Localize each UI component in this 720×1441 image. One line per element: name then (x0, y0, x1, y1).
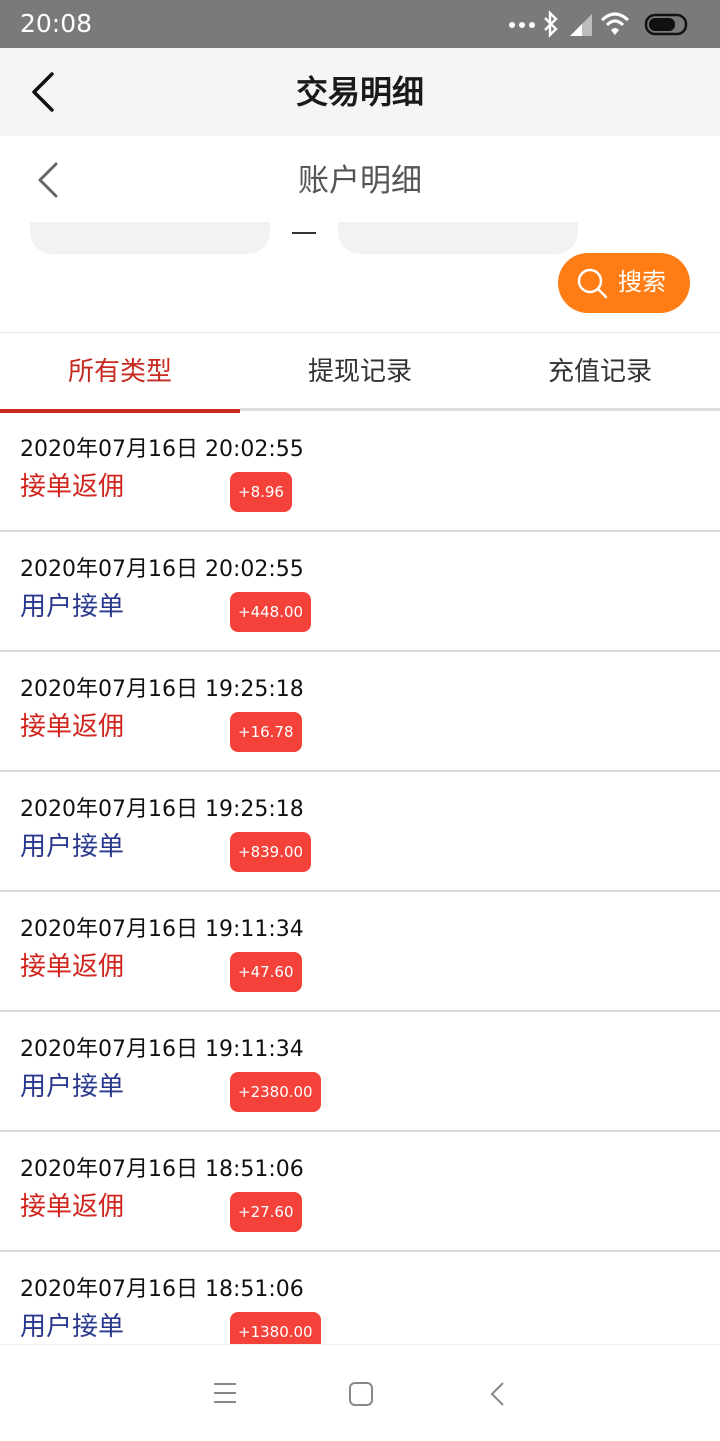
search-button[interactable]: 搜索 (558, 253, 690, 313)
tab-label: 充值记录 (547, 357, 652, 387)
nav-back-icon[interactable] (488, 1381, 508, 1407)
transaction-time: 2020年07月16日 18:51:06 (20, 1277, 304, 1302)
transaction-time: 2020年07月16日 19:11:34 (20, 1037, 304, 1062)
transaction-list[interactable]: 2020年07月16日 20:02:55 接单返佣 +8.96 2020年07月… (0, 412, 720, 1344)
transaction-time: 2020年07月16日 19:11:34 (20, 917, 304, 942)
sub-page-title: 账户明细 (298, 163, 422, 199)
signal-icon (570, 14, 592, 36)
transaction-amount-badge: +1380.00 (230, 1312, 321, 1344)
date-separator (292, 232, 316, 234)
status-icons (508, 10, 698, 38)
tab-label: 提现记录 (307, 357, 412, 387)
transaction-amount-badge: +8.96 (230, 472, 292, 512)
transaction-type: 接单返佣 (20, 1192, 125, 1222)
transaction-amount-badge: +2380.00 (230, 1072, 321, 1112)
bluetooth-icon (544, 10, 558, 38)
end-date-field[interactable] (338, 222, 578, 254)
battery-icon (644, 13, 688, 36)
menu-icon[interactable] (212, 1381, 238, 1405)
transaction-type: 接单返佣 (20, 472, 125, 502)
transaction-time: 2020年07月16日 19:25:18 (20, 797, 304, 822)
transaction-row[interactable]: 2020年07月16日 18:51:06 用户接单 +1380.00 (0, 1252, 720, 1344)
transaction-type: 接单返佣 (20, 952, 125, 982)
transaction-row[interactable]: 2020年07月16日 19:11:34 接单返佣 +47.60 (0, 892, 720, 1012)
app-header: 交易明细 (0, 48, 720, 136)
search-icon (577, 268, 608, 299)
transaction-time: 2020年07月16日 19:25:18 (20, 677, 304, 702)
transaction-row[interactable]: 2020年07月16日 20:02:55 接单返佣 +8.96 (0, 412, 720, 532)
start-date-field[interactable] (30, 222, 270, 254)
page-title: 交易明细 (295, 73, 424, 111)
transaction-row[interactable]: 2020年07月16日 19:25:18 接单返佣 +16.78 (0, 652, 720, 772)
transaction-time: 2020年07月16日 20:02:55 (20, 557, 304, 582)
transaction-amount-badge: +839.00 (230, 832, 312, 872)
transaction-amount-badge: +448.00 (230, 592, 312, 632)
transaction-row[interactable]: 2020年07月16日 19:11:34 用户接单 +2380.00 (0, 1012, 720, 1132)
tab-bar: 所有类型 提现记录 充值记录 (0, 332, 720, 413)
transaction-time: 2020年07月16日 20:02:55 (20, 437, 304, 462)
transaction-row[interactable]: 2020年07月16日 18:51:06 接单返佣 +27.60 (0, 1132, 720, 1252)
transaction-amount-badge: +27.60 (230, 1192, 302, 1232)
wifi-icon (600, 12, 630, 35)
sub-header: 账户明细 (0, 136, 720, 226)
tab-all-types[interactable]: 所有类型 (0, 333, 240, 413)
transaction-amount-badge: +47.60 (230, 952, 302, 992)
transaction-type: 用户接单 (20, 832, 125, 862)
transaction-type: 用户接单 (20, 1312, 125, 1342)
transaction-amount-badge: +16.78 (230, 712, 302, 752)
home-icon[interactable] (348, 1381, 374, 1407)
status-time: 20:08 (20, 9, 93, 38)
system-nav-bar (0, 1344, 720, 1441)
dots-icon (509, 22, 535, 28)
transaction-row[interactable]: 2020年07月16日 20:02:55 用户接单 +448.00 (0, 532, 720, 652)
transaction-type: 用户接单 (20, 1072, 125, 1102)
tab-label: 所有类型 (67, 357, 172, 387)
transaction-type: 接单返佣 (20, 712, 125, 742)
search-label: 搜索 (618, 268, 666, 296)
transaction-row[interactable]: 2020年07月16日 19:25:18 用户接单 +839.00 (0, 772, 720, 892)
status-bar: 20:08 (0, 0, 720, 48)
transaction-type: 用户接单 (20, 592, 125, 622)
tab-withdraw-records[interactable]: 提现记录 (240, 333, 480, 413)
tab-track (240, 408, 720, 411)
tab-recharge-records[interactable]: 充值记录 (480, 333, 720, 413)
transaction-time: 2020年07月16日 18:51:06 (20, 1157, 304, 1182)
